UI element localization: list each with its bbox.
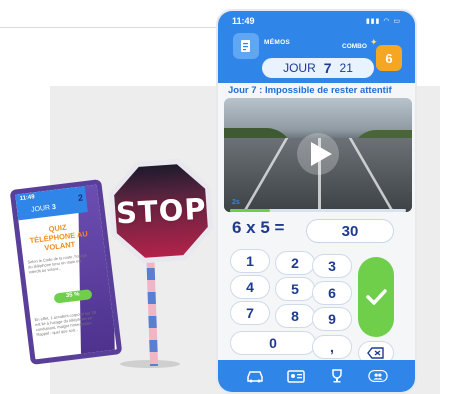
preview-status-time: 11:49 (19, 194, 36, 203)
preview-day-number: 3 (51, 203, 57, 212)
memos-button[interactable] (233, 33, 259, 59)
lane-line (242, 138, 289, 212)
key-6[interactable]: 6 (312, 281, 352, 305)
bottom-nav (218, 360, 415, 392)
day-indicator: JOUR 7 21 (262, 58, 374, 78)
timer-bar (230, 209, 406, 212)
key-3[interactable]: 3 (312, 254, 352, 278)
key-7[interactable]: 7 (230, 301, 270, 325)
backspace-icon (367, 347, 384, 359)
nav-car[interactable] (245, 368, 265, 384)
status-time: 11:49 (232, 16, 255, 26)
main-phone: 11:49 ▮▮▮ ◠ ▭ MÉMOS COMBO ✦ 6 JOUR 7 21 … (216, 9, 417, 394)
promo-scene: 11:49 JOUR 3 2 QUIZ TÉLÉPHONE AU VOLANT … (0, 0, 449, 394)
preview-day-label: JOUR (30, 204, 51, 214)
answer-field[interactable]: 30 (306, 219, 394, 243)
timer-label: 2s (232, 199, 240, 206)
day-current: 7 (323, 60, 332, 76)
preview-day: JOUR 3 (31, 204, 57, 214)
day-prefix: JOUR (283, 61, 316, 75)
lesson-title: Jour 7 : Impossible de rester attentif (228, 85, 392, 96)
memo-icon (241, 40, 250, 52)
check-icon (366, 289, 387, 305)
preview-header: 11:49 JOUR 3 2 (15, 186, 88, 221)
timer-bar-fill (230, 209, 271, 212)
key-0[interactable]: 0 (230, 331, 316, 355)
memos-label: MÉMOS (264, 39, 291, 46)
key-comma[interactable]: , (312, 335, 352, 359)
divider-line (0, 27, 228, 28)
play-icon[interactable] (296, 132, 340, 176)
trophy-icon (332, 369, 342, 383)
app-header: 11:49 ▮▮▮ ◠ ▭ MÉMOS COMBO ✦ 6 JOUR 7 21 (218, 11, 415, 83)
key-9[interactable]: 9 (312, 307, 352, 331)
stop-sign-text: STOP (115, 191, 208, 231)
key-5[interactable]: 5 (275, 277, 315, 301)
car-icon (246, 371, 263, 383)
id-card-icon (287, 370, 305, 383)
status-icons: ▮▮▮ ◠ ▭ (365, 18, 401, 25)
nav-id[interactable] (286, 368, 306, 384)
preview-counter: 2 (77, 192, 84, 203)
key-1[interactable]: 1 (230, 249, 270, 273)
nav-trophy[interactable] (327, 368, 347, 384)
combo-badge: 6 (376, 45, 402, 71)
combo-label: COMBO (342, 43, 367, 50)
day-total: 21 (339, 61, 353, 75)
video-player[interactable] (224, 98, 412, 212)
nav-users[interactable] (368, 368, 389, 384)
submit-button[interactable] (358, 257, 394, 337)
key-8[interactable]: 8 (275, 304, 315, 328)
users-icon (368, 369, 389, 383)
key-2[interactable]: 2 (275, 251, 315, 275)
math-question: 6 x 5 = (232, 218, 285, 237)
lane-line (348, 138, 395, 212)
key-4[interactable]: 4 (230, 275, 270, 299)
